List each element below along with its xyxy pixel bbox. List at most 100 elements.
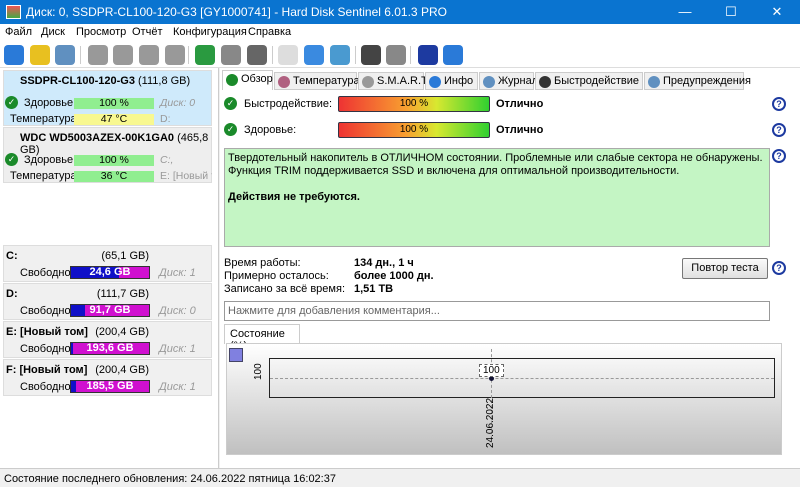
- free-value: 185,5 GB: [86, 380, 134, 392]
- tab-info[interactable]: Инфо: [425, 72, 478, 90]
- volume-disk: Диск: 0: [159, 305, 196, 317]
- written-value: 1,51 TB: [354, 283, 394, 295]
- remaining-value: более 1000 дн.: [354, 270, 434, 282]
- tab-performance[interactable]: Быстродействие: [535, 72, 643, 90]
- help-icon[interactable]: ?: [772, 123, 786, 137]
- toolbar-separator: [410, 46, 411, 64]
- free-label: Свободно: [20, 267, 71, 279]
- disk-model: SSDPR-CL100-120-G3: [20, 75, 135, 87]
- remote-icon[interactable]: [330, 45, 350, 65]
- maximize-button[interactable]: ☐: [708, 0, 754, 24]
- remaining-label: Примерно осталось:: [224, 270, 329, 282]
- report-icon[interactable]: [278, 45, 298, 65]
- tab-health-chart[interactable]: Состояние (%): [224, 324, 300, 352]
- disk-search-icon[interactable]: [165, 45, 185, 65]
- disk-model: WDC WD5003AZEX-00K1GA0: [20, 132, 175, 144]
- volume-item[interactable]: F: [Новый том] (200,4 GB) Свободно 185,5…: [3, 359, 212, 396]
- disk-info-icon[interactable]: [55, 45, 75, 65]
- server-icon[interactable]: [221, 45, 241, 65]
- free-label: Свободно: [20, 381, 71, 393]
- network-icon[interactable]: [195, 45, 215, 65]
- tab-label: Обзор: [241, 73, 273, 85]
- sync-icon[interactable]: [304, 45, 324, 65]
- temp-label: Температура:: [10, 170, 80, 182]
- help-icon[interactable]: ?: [772, 261, 786, 275]
- monitor-icon[interactable]: [361, 45, 381, 65]
- info-icon[interactable]: [443, 45, 463, 65]
- disk-name: SSDPR-CL100-120-G3 (111,8 GB): [20, 75, 190, 87]
- retest-button[interactable]: Повтор теста: [682, 258, 768, 279]
- help-icon[interactable]: ?: [772, 149, 786, 163]
- tab-icon: [429, 76, 441, 88]
- volume-size: (65,1 GB): [101, 250, 149, 262]
- status-bar: Состояние последнего обновления: 24.06.2…: [0, 468, 800, 487]
- free-space-bar: 185,5 GB: [70, 380, 150, 393]
- volume-name: D:: [6, 288, 18, 300]
- health-label: Здоровье:: [24, 154, 77, 166]
- disk-timer-icon[interactable]: [113, 45, 133, 65]
- message-line: Твердотельный накопитель в ОТЛИЧНОМ сост…: [228, 152, 763, 164]
- volume-size: (111,7 GB): [96, 288, 149, 300]
- health-bar: 100 %: [74, 155, 154, 166]
- minimize-button[interactable]: —: [662, 0, 708, 24]
- menu-report[interactable]: Отчёт: [132, 26, 162, 38]
- health-ok-icon: ✓: [224, 123, 237, 136]
- free-space-bar: 91,7 GB: [70, 304, 150, 317]
- tab-icon: [648, 76, 660, 88]
- refresh-icon[interactable]: [4, 45, 24, 65]
- volume-size: (200,4 GB): [95, 364, 149, 376]
- x-tick-label: 24.06.2022: [485, 397, 496, 448]
- disk-test-icon[interactable]: [88, 45, 108, 65]
- computer-icon[interactable]: [247, 45, 267, 65]
- window-title: Диск: 0, SSDPR-CL100-120-G3 [GY1000741] …: [26, 5, 447, 19]
- volume-item[interactable]: C: (65,1 GB) Свободно 24,6 GB Диск: 1: [3, 245, 212, 282]
- toolbar-separator: [272, 46, 273, 64]
- menu-config[interactable]: Конфигурация: [173, 26, 247, 38]
- menu-view[interactable]: Просмотр: [76, 26, 126, 38]
- save-icon[interactable]: [229, 348, 243, 362]
- volume-name: F: [Новый том]: [6, 364, 88, 376]
- partitions: E: [Новый т: [160, 170, 212, 182]
- app-icon: [6, 5, 21, 19]
- health-label: Здоровье:: [24, 97, 77, 109]
- help-icon[interactable]: [418, 45, 438, 65]
- disk-item[interactable]: SSDPR-CL100-120-G3 (111,8 GB) ✓ Здоровье…: [3, 70, 212, 126]
- health-ok-icon: ✓: [5, 96, 18, 109]
- tab-label: S.M.A.R.T.: [377, 75, 430, 87]
- free-space-bar: 193,6 GB: [70, 342, 150, 355]
- toolbar: [0, 42, 800, 68]
- volume-size: (200,4 GB): [95, 326, 149, 338]
- gridline: [270, 378, 774, 379]
- tab-warnings[interactable]: Предупреждения: [644, 72, 751, 90]
- written-label: Записано за всё время:: [224, 283, 345, 295]
- tab-overview[interactable]: Обзор: [222, 70, 273, 90]
- menu-disk[interactable]: Диск: [41, 26, 65, 38]
- health-label: Здоровье:: [244, 124, 297, 136]
- disk-ok-icon[interactable]: [139, 45, 159, 65]
- sound-icon[interactable]: [386, 45, 406, 65]
- tab-smart[interactable]: S.M.A.R.T.: [358, 72, 430, 90]
- menu-bar: Файл Диск Просмотр Отчёт Конфигурация Сп…: [0, 24, 800, 42]
- volume-item[interactable]: D: (111,7 GB) Свободно 91,7 GB Диск: 0: [3, 283, 212, 320]
- free-value: 91,7 GB: [89, 304, 131, 316]
- close-button[interactable]: ✕: [754, 0, 800, 24]
- volume-disk: Диск: 1: [159, 343, 196, 355]
- menu-file[interactable]: Файл: [5, 26, 32, 38]
- uptime-value: 134 дн., 1 ч: [354, 257, 414, 269]
- tab-temperature[interactable]: Температура: [274, 72, 360, 90]
- partitions: D:: [160, 113, 171, 125]
- free-value: 193,6 GB: [86, 342, 134, 354]
- perf-ok-icon: ✓: [224, 97, 237, 110]
- tab-icon: [362, 76, 374, 88]
- toolbar-separator: [355, 46, 356, 64]
- alert-icon[interactable]: [30, 45, 50, 65]
- temp-bar: 36 °C: [74, 171, 154, 182]
- message-line: Функция TRIM поддерживается SSD и включе…: [228, 165, 680, 177]
- menu-help[interactable]: Справка: [248, 26, 291, 38]
- disk-item[interactable]: WDC WD5003AZEX-00K1GA0 (465,8 GB) ✓ Здор…: [3, 127, 212, 183]
- volume-item[interactable]: E: [Новый том] (200,4 GB) Свободно 193,6…: [3, 321, 212, 358]
- tab-log[interactable]: Журнал: [479, 72, 538, 90]
- title-bar: Диск: 0, SSDPR-CL100-120-G3 [GY1000741] …: [0, 0, 800, 24]
- comment-input[interactable]: Нажмите для добавления комментария...: [224, 301, 770, 321]
- help-icon[interactable]: ?: [772, 97, 786, 111]
